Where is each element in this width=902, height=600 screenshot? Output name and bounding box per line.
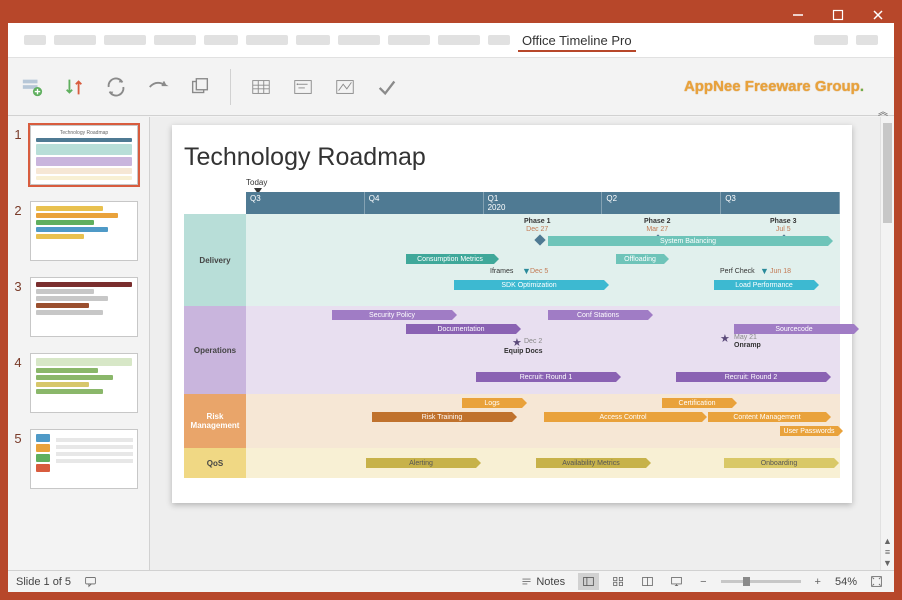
workspace: 1 Technology Roadmap 2 xyxy=(8,117,894,570)
slideshow-icon[interactable] xyxy=(667,575,686,588)
comments-icon[interactable] xyxy=(81,575,100,588)
normal-view-icon[interactable] xyxy=(578,573,599,590)
thumbnail-1[interactable]: 1 Technology Roadmap xyxy=(12,125,145,185)
task-bar: Sourcecode xyxy=(734,324,854,334)
tab-placeholder[interactable] xyxy=(488,35,510,45)
share-icon[interactable] xyxy=(146,75,170,99)
timescale-cell: Q4 xyxy=(365,192,484,214)
tab-placeholder[interactable] xyxy=(814,35,848,45)
task-bar: Load Performance xyxy=(714,280,814,290)
task-bar: Consumption Metrics xyxy=(406,254,494,264)
task-bar: Logs xyxy=(462,398,522,408)
timescale-cell: Q1 2020 xyxy=(484,192,603,214)
timescale-cell: Q3 xyxy=(721,192,840,214)
swimlane-label: Risk Management xyxy=(184,394,246,448)
scrollbar-thumb[interactable] xyxy=(883,123,892,223)
task-bar: User Passwords xyxy=(780,426,838,436)
style-icon[interactable] xyxy=(333,75,357,99)
task-bar: Onboarding xyxy=(724,458,834,468)
swimlane-delivery: Delivery Phase 1Dec 27 Phase 2Mar 27 Pha… xyxy=(184,214,840,306)
task-bar: Security Policy xyxy=(332,310,452,320)
swimlane-label: QoS xyxy=(184,448,246,478)
collapse-ribbon-icon[interactable]: ︽ xyxy=(878,103,888,118)
arrow-down-icon: ▼ xyxy=(760,266,769,276)
task-bar: Content Management xyxy=(708,412,826,422)
tab-placeholder[interactable] xyxy=(338,35,380,45)
swimlane-operations: Operations Security Policy Conf Stations… xyxy=(184,306,840,394)
tab-placeholder[interactable] xyxy=(246,35,288,45)
tab-office-timeline-pro[interactable]: Office Timeline Pro xyxy=(518,31,636,52)
timescale-cell: Q3 xyxy=(246,192,365,214)
today-label: Today xyxy=(246,178,267,187)
tab-placeholder[interactable] xyxy=(24,35,46,45)
ribbon-toolbar: AppNee Freeware Group. xyxy=(8,58,894,116)
thumbnail-3[interactable]: 3 xyxy=(12,277,145,337)
task-bar: Offloading xyxy=(616,254,664,264)
table-icon[interactable] xyxy=(249,75,273,99)
thumb-number: 2 xyxy=(12,201,24,218)
task-bar: Alerting xyxy=(366,458,476,468)
tab-placeholder[interactable] xyxy=(856,35,878,45)
toolbar-separator xyxy=(230,69,231,105)
accept-icon[interactable] xyxy=(375,75,399,99)
swimlane-risk: Risk Management Logs Certification Risk … xyxy=(184,394,840,448)
task-bar: Availability Metrics xyxy=(536,458,646,468)
thumbnail-4[interactable]: 4 xyxy=(12,353,145,413)
slide-title: Technology Roadmap xyxy=(184,143,840,172)
fit-window-icon[interactable] xyxy=(867,575,886,588)
tab-placeholder[interactable] xyxy=(154,35,196,45)
diamond-icon xyxy=(534,234,545,245)
thumbnail-2[interactable]: 2 xyxy=(12,201,145,261)
swimlane-qos: QoS Alerting Availability Metrics Onboar… xyxy=(184,448,840,478)
milestone-panel-icon[interactable] xyxy=(291,75,315,99)
sync-icon[interactable] xyxy=(104,75,128,99)
zoom-out-button[interactable]: − xyxy=(696,576,710,588)
zoom-in-button[interactable]: + xyxy=(811,576,825,588)
task-bar: Access Control xyxy=(544,412,702,422)
brand-watermark: AppNee Freeware Group. xyxy=(684,78,882,96)
tab-placeholder[interactable] xyxy=(204,35,238,45)
slide-counter: Slide 1 of 5 xyxy=(16,576,71,588)
sorter-view-icon[interactable] xyxy=(609,575,628,588)
slide-editor[interactable]: Technology Roadmap Today Q3 Q4 Q1 2020 Q… xyxy=(150,117,894,570)
task-bar: Conf Stations xyxy=(548,310,648,320)
app-frame: Office Timeline Pro AppNee Freeware Grou… xyxy=(7,22,895,593)
copy-slide-icon[interactable] xyxy=(188,75,212,99)
roadmap-chart: Today Q3 Q4 Q1 2020 Q2 Q3 Delivery xyxy=(184,178,840,488)
task-bar: SDK Optimization xyxy=(454,280,604,290)
slide-canvas[interactable]: Technology Roadmap Today Q3 Q4 Q1 2020 Q… xyxy=(172,125,852,503)
task-bar: Certification xyxy=(662,398,732,408)
new-timeline-icon[interactable] xyxy=(20,75,44,99)
task-bar: Risk Training xyxy=(372,412,512,422)
task-bar: System Balancing xyxy=(548,236,828,246)
swimlane-label: Delivery xyxy=(184,214,246,306)
timescale-cell: Q2 xyxy=(602,192,721,214)
zoom-slider[interactable] xyxy=(721,580,801,583)
swimlane-label: Operations xyxy=(184,306,246,394)
star-icon: ★ xyxy=(720,332,730,345)
timescale: Q3 Q4 Q1 2020 Q2 Q3 xyxy=(246,192,840,214)
reading-view-icon[interactable] xyxy=(638,575,657,588)
thumbnail-5[interactable]: 5 xyxy=(12,429,145,489)
thumb-number: 3 xyxy=(12,277,24,294)
vertical-scrollbar[interactable]: ▲≡▼ xyxy=(880,117,894,570)
scroll-nav-icons[interactable]: ▲≡▼ xyxy=(881,536,894,568)
task-bar: Documentation xyxy=(406,324,516,334)
ribbon-tabs: Office Timeline Pro xyxy=(8,23,894,58)
task-bar: Recruit: Round 2 xyxy=(676,372,826,382)
sort-icon[interactable] xyxy=(62,75,86,99)
thumb-number: 5 xyxy=(12,429,24,446)
tab-placeholder[interactable] xyxy=(438,35,480,45)
tab-placeholder[interactable] xyxy=(104,35,146,45)
task-bar: Recruit: Round 1 xyxy=(476,372,616,382)
slide-thumbnails-panel[interactable]: 1 Technology Roadmap 2 xyxy=(8,117,150,570)
thumb-number: 4 xyxy=(12,353,24,370)
tab-placeholder[interactable] xyxy=(388,35,430,45)
zoom-percent[interactable]: 54% xyxy=(835,576,857,588)
notes-button[interactable]: Notes xyxy=(517,575,568,588)
tab-placeholder[interactable] xyxy=(54,35,96,45)
thumb-number: 1 xyxy=(12,125,24,142)
tab-placeholder[interactable] xyxy=(296,35,330,45)
status-bar: Slide 1 of 5 Notes − + 54% xyxy=(8,570,894,592)
